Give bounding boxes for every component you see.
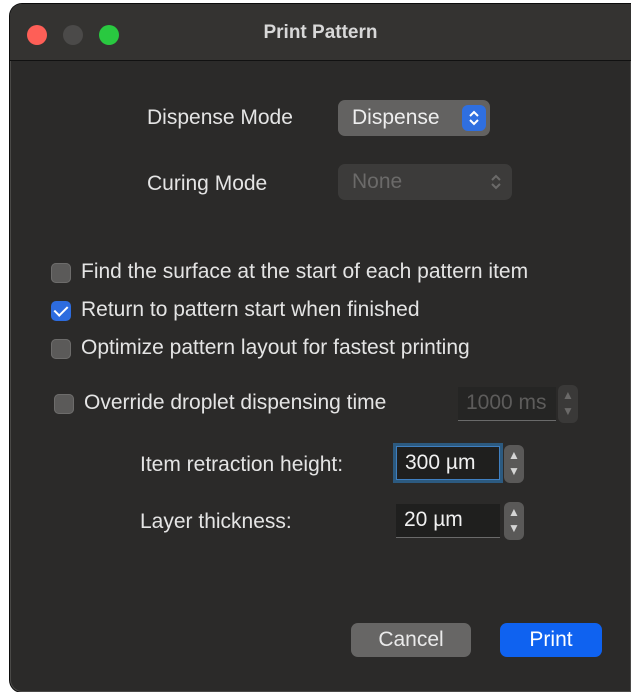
stepper-down-icon: ▼	[508, 464, 520, 478]
retraction-height-field[interactable]: 300 µm	[396, 446, 500, 480]
stepper-up-icon: ▲	[508, 505, 520, 520]
layer-thickness-field[interactable]: 20 µm	[396, 504, 500, 538]
curing-mode-popup: None	[338, 164, 512, 200]
dispense-mode-popup[interactable]: Dispense	[338, 100, 490, 136]
print-button[interactable]: Print	[500, 623, 602, 657]
optimize-layout-label: Optimize pattern layout for fastest prin…	[81, 336, 470, 359]
stepper-up-icon: ▲	[508, 448, 520, 463]
retraction-height-stepper[interactable]: ▲ ▼	[504, 445, 524, 483]
curing-mode-value: None	[352, 170, 403, 193]
popup-chevron-icon	[462, 105, 486, 131]
droplet-time-stepper: ▲ ▼	[558, 385, 578, 423]
return-to-start-label: Return to pattern start when finished	[81, 298, 420, 321]
find-surface-checkbox[interactable]	[51, 263, 71, 283]
window-title: Print Pattern	[263, 22, 378, 43]
override-droplet-label: Override droplet dispensing time	[84, 391, 387, 414]
cancel-button[interactable]: Cancel	[351, 623, 471, 657]
return-to-start-checkbox[interactable]	[51, 301, 71, 321]
optimize-layout-checkbox[interactable]	[51, 339, 71, 359]
retraction-height-label: Item retraction height:	[140, 453, 344, 476]
layer-thickness-label: Layer thickness:	[140, 510, 292, 533]
dispense-mode-value: Dispense	[352, 106, 440, 129]
stepper-down-icon: ▼	[562, 404, 574, 418]
curing-mode-label: Curing Mode	[147, 172, 268, 195]
stepper-up-icon: ▲	[562, 388, 574, 403]
popup-chevron-icon	[484, 169, 508, 195]
print-pattern-dialog: Print Pattern Dispense Mode Dispense Cur…	[10, 4, 631, 692]
droplet-time-field: 1000 ms	[458, 387, 556, 421]
title-bar: Print Pattern	[10, 4, 631, 61]
dispense-mode-label: Dispense Mode	[147, 106, 293, 129]
override-droplet-checkbox[interactable]	[54, 394, 74, 414]
layer-thickness-stepper[interactable]: ▲ ▼	[504, 502, 524, 540]
find-surface-label: Find the surface at the start of each pa…	[81, 260, 529, 283]
stepper-down-icon: ▼	[508, 521, 520, 535]
